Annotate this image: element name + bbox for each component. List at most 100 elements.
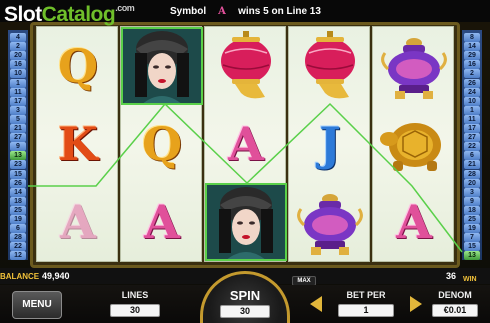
payline-left-17: 17 (10, 96, 26, 106)
logo-com: .com (115, 3, 135, 13)
payline-left-9: 9 (10, 142, 26, 152)
payline-left-2: 2 (10, 42, 26, 52)
win-message-prefix: Symbol (170, 6, 207, 17)
reel-cell (121, 27, 203, 105)
symbol-ace-icon: A (228, 117, 264, 171)
reel-3: A (204, 26, 287, 262)
balance-label: BALANCE (0, 272, 40, 281)
denom-value[interactable]: €0.01 (432, 304, 478, 317)
payline-right-22: 22 (464, 142, 480, 152)
payline-right-15: 15 (464, 242, 480, 252)
payline-left-12: 12 (10, 251, 26, 261)
payline-left-3: 3 (10, 105, 26, 115)
win-highlight-box (205, 183, 287, 261)
lines-value[interactable]: 30 (110, 304, 160, 317)
symbol-ace-icon: A (60, 195, 96, 249)
payline-right-19: 19 (464, 224, 480, 234)
letter-a-icon: A (217, 6, 226, 15)
bet-per-label: BET PER (346, 290, 386, 300)
payline-right-21: 21 (464, 160, 480, 170)
reel-cell: A (37, 183, 119, 261)
lines-label: LINES (121, 290, 149, 300)
payline-right-18: 18 (464, 205, 480, 215)
reel-cell: J (289, 105, 371, 183)
reel-1: QKA (36, 26, 118, 262)
payline-right-14: 14 (464, 42, 480, 52)
win-highlight-box (121, 27, 203, 105)
payline-right-24: 24 (464, 87, 480, 97)
payline-left-23: 23 (10, 160, 26, 170)
payline-right-11: 11 (464, 114, 480, 124)
bet-increase-arrow-icon[interactable] (410, 296, 422, 312)
payline-left-16: 16 (10, 60, 26, 70)
symbol-lantern-icon (305, 31, 355, 99)
symbol-tortoise-icon (380, 123, 441, 171)
payline-left-1: 1 (10, 78, 26, 88)
payline-left-27: 27 (10, 133, 26, 143)
symbol-lantern-icon (221, 31, 271, 99)
payline-right-20: 20 (464, 178, 480, 188)
bet-decrease-arrow-icon[interactable] (310, 296, 322, 312)
reel-cell: A (121, 183, 203, 261)
payline-left-11: 11 (10, 87, 26, 97)
payline-left-18: 18 (10, 196, 26, 206)
reel-cell: Q (121, 105, 203, 183)
payline-right-8: 8 (464, 33, 480, 42)
payline-left-26: 26 (10, 178, 26, 188)
bet-per-value[interactable]: 1 (338, 304, 394, 317)
menu-button[interactable]: MENU (12, 291, 62, 319)
payline-right-16: 16 (464, 60, 480, 70)
reel-4: J (288, 26, 370, 262)
symbol-vase-icon (381, 38, 447, 99)
reel-cell: A (205, 105, 287, 183)
payline-left-19: 19 (10, 215, 26, 224)
spin-total-bet-value: 30 (220, 305, 270, 318)
payline-left-6: 6 (10, 224, 26, 234)
reel-cell (205, 183, 287, 261)
denom-label: DENOM (438, 290, 472, 300)
reel-cell (289, 27, 371, 105)
reel-cell (205, 27, 287, 105)
payline-indicators-left: 4 2 20 16 10 1 11 17 3 5 21 27 9 13 23 15 26 14 18 25 19 6 28 2… (8, 30, 28, 261)
payline-right-25: 25 (464, 215, 480, 224)
win-label: WIN (463, 276, 477, 283)
payline-right-27: 27 (464, 133, 480, 143)
balance-value: 49,940 (42, 271, 70, 281)
payline-right-9: 9 (464, 196, 480, 206)
svg-text:A: A (217, 6, 226, 15)
symbol-king-icon: K (58, 117, 98, 171)
payline-left-14: 14 (10, 187, 26, 197)
reel-5: A (372, 26, 454, 262)
win-message-text: wins 5 on Line 13 (238, 6, 321, 17)
symbol-vase-icon (297, 194, 363, 255)
payline-right-29: 29 (464, 51, 480, 61)
payline-left-15: 15 (10, 169, 26, 179)
payline-left-28: 28 (10, 233, 26, 243)
reel-cell: Q (37, 27, 119, 105)
win-value: 36 (446, 271, 457, 281)
payline-right-1: 1 (464, 105, 480, 115)
spin-button[interactable]: SPIN (216, 286, 274, 306)
reel-2: QA (120, 26, 203, 262)
symbol-jack-icon: J (319, 117, 341, 171)
payline-right-28: 28 (464, 169, 480, 179)
reel-cell: A (373, 183, 455, 261)
logo-catalog: Catalog (41, 3, 116, 26)
symbol-queen-icon: Q (57, 39, 99, 93)
symbol-ace-icon: A (396, 195, 432, 249)
payline-left-25: 25 (10, 205, 26, 215)
symbol-ace-icon: A (144, 195, 180, 249)
payline-right-10: 10 (464, 96, 480, 106)
payline-left-4: 4 (10, 33, 26, 42)
win-message: Symbol Awins 5 on Line 13 (170, 4, 321, 17)
payline-left-20: 20 (10, 51, 26, 61)
payline-right-6: 6 (464, 151, 480, 161)
reel-cell (373, 105, 455, 183)
payline-indicators-right: 8 14 29 16 2 26 24 10 1 11 17 27 22 6 21 28 20 3 9 18 25 19 7 1… (462, 30, 482, 261)
payline-right-26: 26 (464, 78, 480, 88)
payline-left-13: 13 (10, 151, 26, 161)
payline-left-21: 21 (10, 124, 26, 133)
payline-left-10: 10 (10, 69, 26, 79)
reel-cell (289, 183, 371, 261)
payline-left-22: 22 (10, 242, 26, 252)
